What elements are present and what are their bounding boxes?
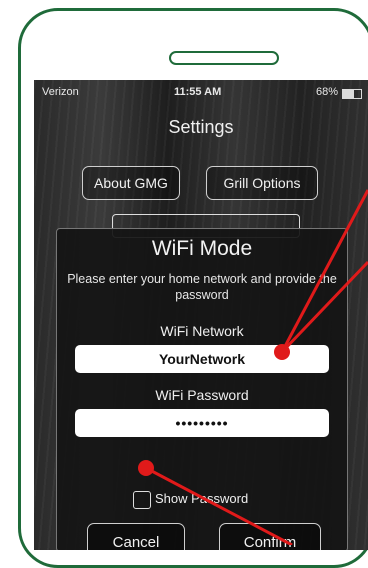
annotation-dot <box>274 344 290 360</box>
arrow-line <box>280 260 368 354</box>
arrow-line <box>145 466 293 545</box>
annotation-overlay <box>145 189 368 545</box>
annotation-dot <box>138 460 154 476</box>
arrow-line <box>280 189 368 353</box>
